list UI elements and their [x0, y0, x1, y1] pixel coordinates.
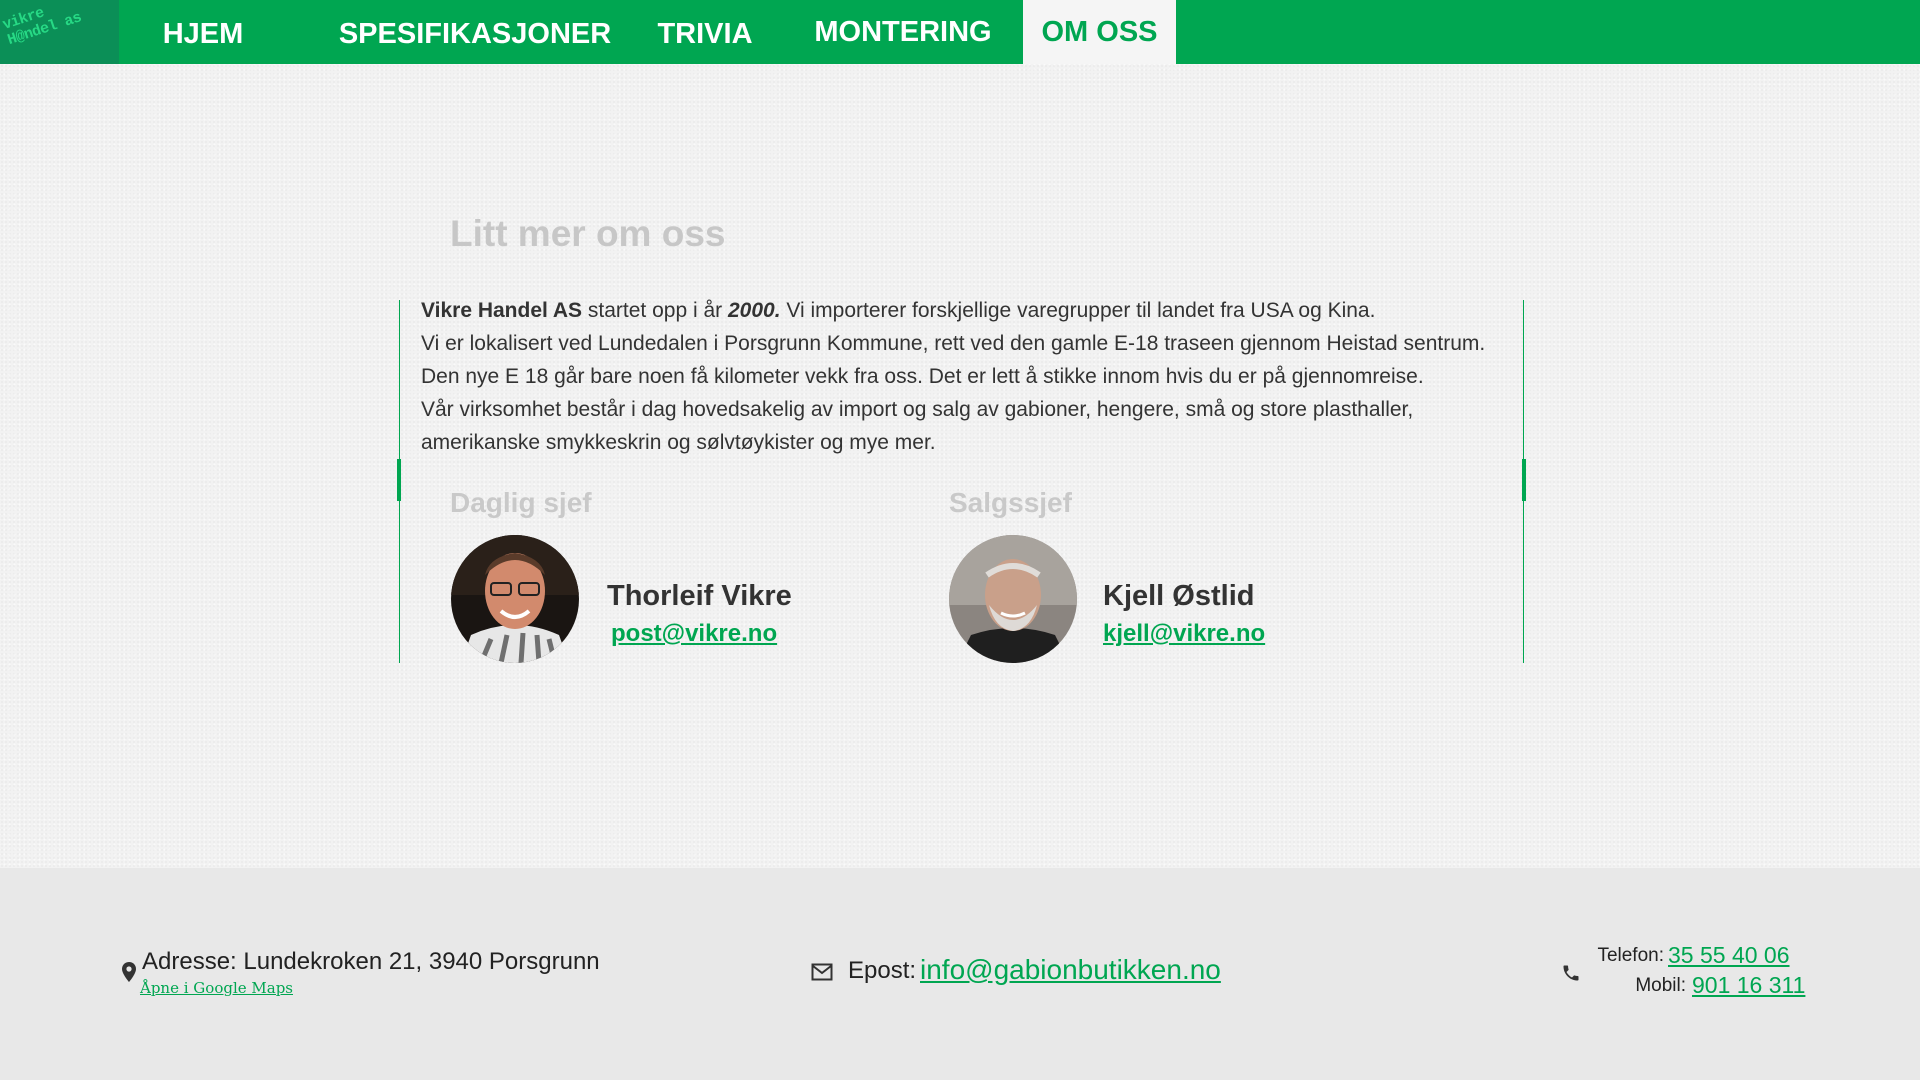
about-paragraph: Vikre Handel AS startet opp i år 2000. V… — [421, 294, 1531, 459]
nav-item-hjem[interactable]: HJEM — [140, 0, 266, 64]
logo[interactable]: vikre H@ndel as — [0, 0, 119, 64]
nav-item-montering[interactable]: MONTERING — [800, 0, 1006, 64]
avatar-photo — [949, 535, 1077, 663]
mobile-label: Mobil: — [1635, 975, 1686, 996]
about-line-4: Vår virksomhet består i dag hovedsakelig… — [421, 398, 1414, 454]
mail-icon — [811, 963, 833, 981]
footer-email-label: Epost: — [848, 957, 917, 984]
google-maps-link[interactable]: Åpne i Google Maps — [140, 979, 293, 997]
person-email-thorleif[interactable]: post@vikre.no — [611, 620, 777, 648]
logo-text: vikre H@ndel as — [0, 4, 84, 50]
person-email-kjell[interactable]: kjell@vikre.no — [1103, 620, 1265, 648]
map-pin-icon — [122, 962, 136, 982]
role-title-daglig-sjef: Daglig sjef — [450, 487, 592, 518]
footer-email-link[interactable]: info@gabionbutikken.no — [920, 954, 1221, 986]
avatar-thorleif — [451, 535, 579, 663]
phone-icon — [1563, 965, 1579, 981]
phone-link[interactable]: 35 55 40 06 — [1668, 942, 1790, 969]
frame-marker-right — [1522, 459, 1526, 501]
mobile-link[interactable]: 901 16 311 — [1692, 972, 1805, 999]
frame-marker-left — [397, 459, 401, 501]
nav-item-trivia[interactable]: TRIVIA — [640, 0, 770, 64]
top-navigation: vikre H@ndel as HJEM SPESIFIKASJONER TRI… — [0, 0, 1920, 64]
person-name-kjell: Kjell Østlid — [1103, 580, 1255, 612]
avatar-kjell — [949, 535, 1077, 663]
about-line-2: Vi er lokalisert ved Lundedalen i Porsgr… — [421, 332, 1486, 355]
about-line-1: Vikre Handel AS startet opp i år 2000. V… — [421, 299, 1376, 322]
role-title-salgssjef: Salgssjef — [949, 487, 1072, 518]
nav-item-spesifikasjoner[interactable]: SPESIFIKASJONER — [330, 0, 620, 64]
section-title: Litt mer om oss — [450, 213, 726, 254]
about-line-3: Den nye E 18 går bare noen få kilometer … — [421, 365, 1424, 388]
nav-item-om-oss[interactable]: OM OSS — [1023, 0, 1176, 64]
footer-address: Adresse: Lundekroken 21, 3940 Porsgrunn — [142, 948, 600, 975]
person-name-thorleif: Thorleif Vikre — [607, 580, 792, 612]
phone-label: Telefon: — [1597, 945, 1664, 966]
avatar-photo — [451, 535, 579, 663]
